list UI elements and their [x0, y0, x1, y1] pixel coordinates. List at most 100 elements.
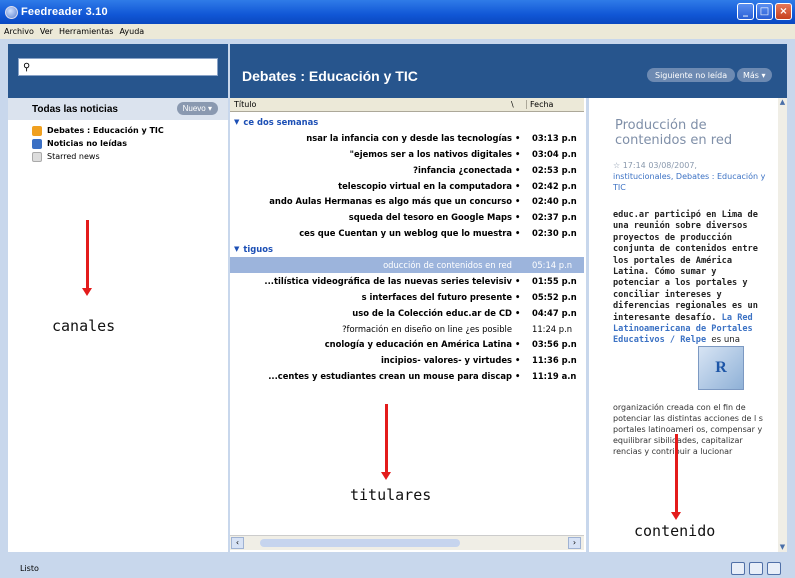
headline-title: uso de la Colección educ.ar de CD — [352, 307, 512, 318]
headline-row[interactable]: cnología y educación en América Latina • 0… — [230, 336, 584, 352]
column-flag[interactable]: \ — [511, 100, 514, 109]
status-text: Listo — [20, 564, 39, 573]
unread-dot: • — [515, 164, 521, 175]
search-input[interactable]: ⚲ — [18, 58, 218, 76]
scroll-left-icon[interactable]: ‹ — [231, 537, 244, 549]
scroll-up-icon[interactable]: ▲ — [778, 98, 787, 107]
headline-row[interactable]: ces que Cuentan y un weblog que lo muest… — [230, 225, 584, 241]
headline-title: ando Aulas Hermanas es algo más que un c… — [269, 196, 512, 207]
menu-archivo[interactable]: Archivo — [4, 27, 34, 36]
collapse-icon[interactable]: ▼ — [234, 118, 239, 126]
headlines-arrow — [381, 404, 391, 480]
search-icon: ⚲ — [23, 61, 31, 73]
headline-title: tilística videográfica de las nuevas ser… — [264, 275, 512, 286]
maximize-button[interactable]: □ — [756, 3, 773, 20]
headline-title: telescopio virtual en la computadora — [338, 180, 512, 191]
headline-row[interactable]: telescopio virtual en la computadora • 02:… — [230, 178, 584, 194]
headline-row[interactable]: centes y estudiantes crean un mouse para… — [230, 368, 584, 384]
headline-title: centes y estudiantes crean un mouse para… — [268, 371, 512, 382]
scroll-thumb[interactable] — [260, 539, 460, 547]
headline-date: 11:24 p.n — [532, 323, 573, 334]
minimize-button[interactable]: _ — [737, 3, 754, 20]
status-bar: Listo — [0, 559, 795, 578]
feed-item-unread[interactable]: Noticias no leídas — [8, 137, 228, 150]
group-header[interactable]: ▼ ce dos semanas — [230, 114, 584, 130]
next-unread-button[interactable]: Siguiente no leída — [647, 68, 736, 82]
unread-dot: • — [515, 307, 521, 318]
all-news-header[interactable]: Todas las noticias Nuevo ▾ — [8, 98, 228, 120]
menu-ver[interactable]: Ver — [40, 27, 53, 36]
unread-dot: • — [515, 275, 521, 286]
headline-date: 02:42 p.n — [532, 180, 577, 191]
headline-row[interactable]: nsar la infancia con y desde las tecnolo… — [230, 130, 584, 146]
unread-dot: • — [515, 339, 521, 350]
unread-icon — [32, 138, 42, 149]
headlines-list: Título \ Fecha ▼ ce dos semanas nsar la in… — [230, 98, 584, 552]
headline-title: infancia ¿conectada? — [413, 164, 512, 175]
headline-row[interactable]: formación en diseño on line ¿es posible?… — [230, 321, 584, 337]
scroll-right-icon[interactable]: › — [568, 537, 581, 549]
unread-dot: • — [515, 355, 521, 366]
channels-annotation: canales — [52, 317, 116, 335]
headline-title: formación en diseño on line ¿es posible? — [342, 323, 512, 334]
unread-dot: • — [515, 180, 521, 191]
menu-ayuda[interactable]: Ayuda — [119, 27, 144, 36]
headline-title: squeda del tesoro en Google Maps — [348, 212, 512, 223]
unread-dot: • — [515, 148, 521, 159]
column-date[interactable]: Fecha — [526, 100, 553, 109]
headline-row[interactable]: ando Aulas Hermanas es algo más que un c… — [230, 193, 584, 209]
close-button[interactable]: × — [775, 3, 792, 20]
feed-item-debates[interactable]: Debates : Educación y TIC — [8, 124, 228, 137]
unread-dot: • — [515, 228, 521, 239]
headline-row[interactable]: uso de la Colección educ.ar de CD • 04:47 … — [230, 305, 584, 321]
headline-date: 01:55 p.n — [532, 275, 577, 286]
headline-date: 04:47 p.n — [532, 307, 577, 318]
article-body-continued: organización creada con el fin de potenc… — [613, 403, 763, 456]
headline-row[interactable]: s interfaces del futuro presente • 05:52 p… — [230, 289, 584, 305]
collapse-icon[interactable]: ▼ — [234, 245, 239, 253]
headline-row[interactable]: squeda del tesoro en Google Maps • 02:37 p… — [230, 209, 584, 225]
group-header[interactable]: ▼ tiguos — [230, 241, 584, 257]
headline-date: 02:53 p.n — [532, 164, 577, 175]
layout-icon[interactable] — [767, 562, 781, 575]
headline-row[interactable]: tilística videográfica de las nuevas ser… — [230, 273, 584, 289]
content-area: Debates : Educación y TIC Siguiente no l… — [230, 44, 787, 552]
headline-title: incipios- valores- y virtudes — [380, 355, 512, 366]
horizontal-scrollbar[interactable]: ‹ › — [230, 535, 584, 550]
article-link-start[interactable]: La Red — [722, 313, 753, 323]
scroll-down-icon[interactable]: ▼ — [778, 543, 787, 552]
headline-title: nsar la infancia con y desde las tecnolo… — [306, 132, 512, 143]
new-button[interactable]: Nuevo ▾ — [176, 102, 218, 115]
headline-date: 11:36 p.n — [532, 355, 577, 366]
headline-title: ces que Cuentan y un weblog que lo muest… — [299, 228, 512, 239]
headline-title: cnología y educación en América Latina — [324, 339, 512, 350]
unread-dot: • — [515, 291, 521, 302]
headline-date: 02:30 p.n — [532, 228, 577, 239]
headline-date: 02:37 p.n — [532, 212, 577, 223]
window-title: Feedreader 3.10 — [21, 6, 108, 18]
channels-arrow — [82, 220, 92, 296]
column-title[interactable]: Título — [234, 100, 256, 109]
network-icon[interactable] — [731, 562, 745, 575]
headline-row[interactable]: infancia ¿conectada? • 02:53 p.n — [230, 162, 584, 178]
headlines-annotation: titulares — [350, 486, 432, 504]
content-annotation: contenido — [634, 522, 716, 540]
headline-row[interactable]: incipios- valores- y virtudes • 11:36 p.n — [230, 352, 584, 368]
article-category-link[interactable]: institucionales, Debates : Educación y T… — [613, 171, 773, 193]
headline-date: 02:40 p.n — [532, 196, 577, 207]
unread-dot: • — [515, 132, 521, 143]
unread-dot: • — [515, 196, 521, 207]
headline-row[interactable]: oducción de contenidos en red 05:14 p.n — [230, 257, 584, 273]
menu-herramientas[interactable]: Herramientas — [59, 27, 114, 36]
headline-row[interactable]: ejemos ser a los nativos digitales" • 03:0… — [230, 146, 584, 162]
feed-item-starred[interactable]: Starred news — [8, 150, 228, 163]
column-headers: Título \ Fecha — [230, 98, 584, 112]
reader-scrollbar[interactable]: ▲ ▼ — [778, 98, 787, 552]
headline-title: oducción de contenidos en red — [383, 259, 512, 270]
more-button[interactable]: Más ▾ — [737, 68, 772, 82]
headline-date: 03:04 p.n — [532, 148, 577, 159]
headline-date: 11:19 a.n — [532, 371, 577, 382]
headline-date: 03:13 p.n — [532, 132, 577, 143]
sync-icon[interactable] — [749, 562, 763, 575]
title-bar: Feedreader 3.10 _ □ × — [0, 0, 795, 24]
